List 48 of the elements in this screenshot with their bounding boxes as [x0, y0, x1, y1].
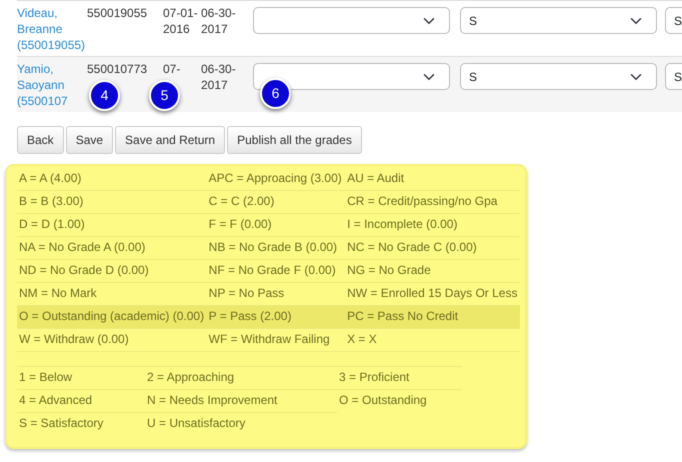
grade-select[interactable]: S — [460, 63, 657, 90]
grade-select[interactable]: S — [460, 7, 657, 34]
grade-code-text: A = A (4.00) — [19, 171, 82, 185]
standard-code-text: U = Unsatisfactory — [147, 416, 246, 430]
grade-select[interactable]: S — [665, 7, 682, 34]
grade-code-text: B = B (3.00) — [19, 194, 84, 208]
end-date: 06-30-2017 — [201, 62, 236, 92]
grade-code-text: X = X — [347, 332, 377, 346]
grade-code-text: NF = No Grade F (0.00) — [208, 263, 336, 277]
grade-code-text: P = Pass (2.00) — [208, 309, 292, 323]
grade-code-text: NC = No Grade C (0.00) — [347, 240, 477, 254]
standard-code-text: 1 = Below — [19, 370, 72, 384]
grade-code-text: NM = No Mark — [19, 286, 97, 300]
end-date: 06-30-2017 — [201, 6, 236, 36]
grade-code-text: APC = Approacing (3.00) — [208, 171, 342, 185]
grade-select[interactable]: S — [665, 63, 682, 90]
grade-code-text: NP = No Pass — [208, 286, 284, 300]
student-id: 550010773 — [87, 62, 148, 76]
grade-code-text: NW = Enrolled 15 Days Or Less — [347, 286, 518, 300]
grade-code-text: D = D (1.00) — [19, 217, 85, 231]
grade-code-text: NA = No Grade A (0.00) — [19, 240, 146, 254]
standard-code-text: S = Satisfactory — [19, 416, 104, 430]
grade-code-text: W = Withdraw (0.00) — [19, 332, 129, 346]
student-link[interactable]: Videau, Breanne (550019055) — [17, 5, 87, 53]
grade-code-text: CR = Credit/passing/no Gpa — [347, 194, 498, 208]
grade-code-text: O = Outstanding (academic) (0.00) — [19, 309, 204, 323]
grade-code-text: AU = Audit — [347, 171, 404, 185]
action-button[interactable]: Save — [66, 126, 114, 154]
grade-code-text: NB = No Grade B (0.00) — [208, 240, 338, 254]
standard-code-text: N = Needs Improvement — [147, 393, 278, 407]
grade-code-text: WF = Withdraw Failing — [208, 332, 330, 346]
grade-code-text: F = F (0.00) — [208, 217, 272, 231]
standard-code-text: O = Outstanding — [339, 393, 427, 408]
action-button[interactable]: Back — [17, 126, 64, 154]
grade-code-text: NG = No Grade — [347, 263, 431, 277]
grade-code-text: PC = Pass No Credit — [347, 309, 458, 323]
standard-code-text: 2 = Approaching — [147, 370, 234, 384]
grade-select[interactable] — [253, 63, 450, 90]
grade-code-text: C = C (2.00) — [208, 194, 274, 208]
start-date: 07-01-2016 — [163, 6, 198, 36]
student-id: 550019055 — [87, 6, 148, 20]
action-button[interactable]: Save and Return — [115, 126, 226, 154]
start-date: 07- — [163, 62, 180, 76]
grade-code-text: I = Incomplete (0.00) — [347, 217, 458, 231]
standard-code-text: 3 = Proficient — [339, 370, 410, 384]
action-button[interactable]: Publish all the grades — [227, 126, 362, 154]
grade-code-text: ND = No Grade D (0.00) — [19, 263, 149, 277]
standard-code-text: 4 = Advanced — [19, 393, 92, 407]
